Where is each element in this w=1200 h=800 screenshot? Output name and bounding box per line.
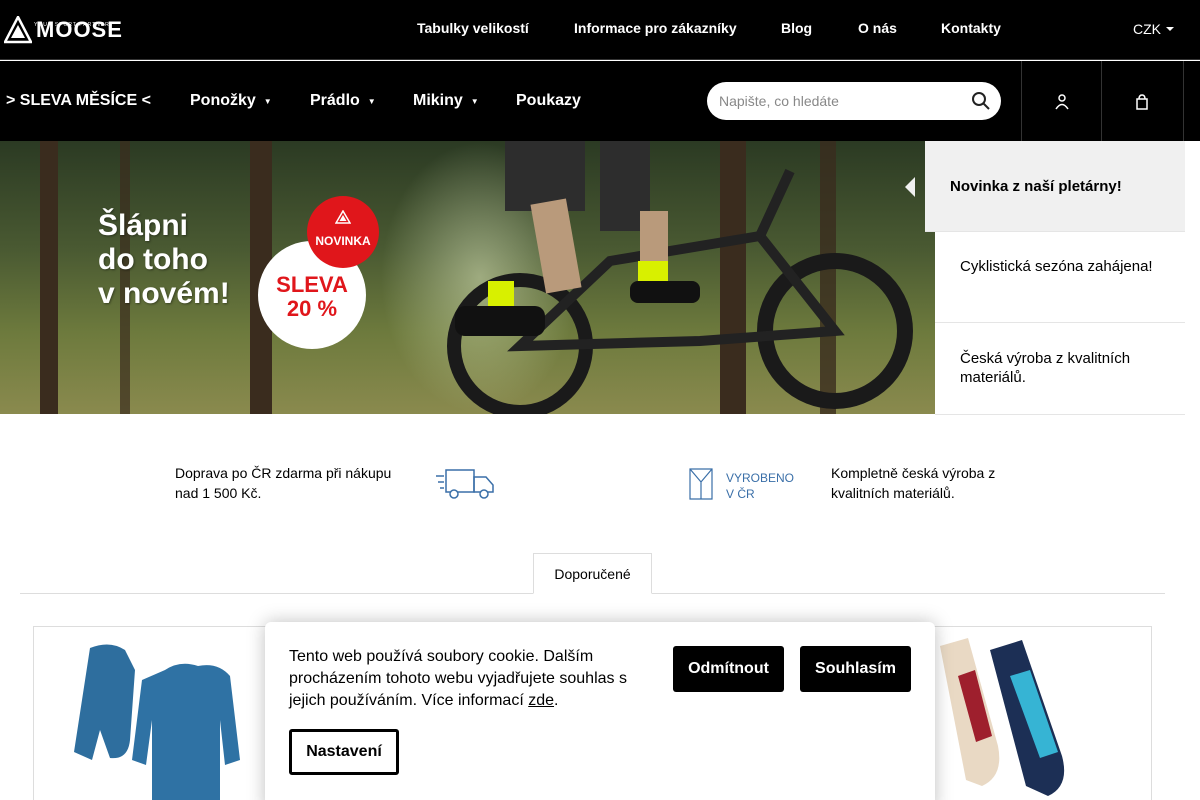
cookie-text: Tento web používá soubory cookie. Dalším…: [289, 648, 627, 709]
cookie-message: Tento web používá soubory cookie. Dalším…: [289, 646, 639, 712]
slide-tab-cycling[interactable]: Cyklistická sezóna zahájena!: [935, 232, 1185, 323]
hero-banner[interactable]: Šlápni do toho v novém! SLEVA 20 % NOVIN…: [0, 141, 935, 414]
nav-item-label: > SLEVA MĚSÍCE <: [6, 92, 151, 109]
active-slide-arrow: [905, 177, 915, 197]
nav-item-monthly-sale[interactable]: > SLEVA MĚSÍCE <: [6, 92, 151, 110]
nav-item-hoodies[interactable]: Mikiny ▼: [413, 92, 479, 110]
nav-item-label: Ponožky: [190, 92, 256, 109]
currency-label: CZK: [1133, 21, 1161, 37]
shipping-benefit: Doprava po ČR zdarma při nákupu nad 1 50…: [175, 465, 392, 501]
decline-button[interactable]: Odmítnout: [673, 646, 784, 692]
cookie-settings-button[interactable]: Nastavení: [289, 729, 399, 775]
nav-item-label: Prádlo: [310, 92, 360, 109]
product-image-thermal-shirt[interactable]: [70, 640, 260, 800]
slide-tab-label: Novinka z naší pletárny!: [950, 178, 1122, 195]
nav-divider: [1183, 61, 1184, 141]
slide-selector: Novinka z naší pletárny! Cyklistická sez…: [905, 141, 1185, 415]
new-badge: NOVINKA: [307, 196, 379, 268]
user-account-button[interactable]: [1021, 61, 1101, 141]
accept-button[interactable]: Souhlasím: [800, 646, 911, 692]
czech-made-benefit: Kompletně česká výroba z kvalitních mate…: [831, 465, 996, 501]
hero-headline-line: do toho: [98, 243, 208, 276]
top-link-customer-info[interactable]: Informace pro zákazníky: [574, 20, 737, 36]
logo-icon: [4, 16, 32, 44]
user-icon: [1055, 94, 1069, 110]
currency-select[interactable]: CZK: [1133, 21, 1174, 37]
hero-headline: Šlápni do toho v novém!: [98, 209, 230, 311]
nav-item-label: Poukazy: [516, 92, 581, 109]
slide-tab-label: Cyklistická sezóna zahájena!: [960, 258, 1153, 275]
search-input[interactable]: [719, 91, 949, 111]
cookie-text-end: .: [554, 692, 559, 709]
hero-headline-line: v novém!: [98, 277, 230, 310]
nav-item-vouchers[interactable]: Poukazy: [516, 92, 581, 110]
chevron-down-icon: ▼: [367, 96, 376, 106]
cookie-more-link[interactable]: zde: [528, 692, 554, 709]
chevron-down-icon: [1166, 27, 1174, 31]
nav-item-label: Mikiny: [413, 92, 463, 109]
top-bar: MOOSE YOUR SPORT PARTNER Tabulky velikos…: [0, 0, 1200, 60]
cart-button[interactable]: [1101, 61, 1181, 141]
tab-recommended[interactable]: Doporučené: [533, 553, 652, 594]
top-link-blog[interactable]: Blog: [781, 20, 812, 36]
sale-badge-value: 20 %: [286, 296, 338, 321]
top-link-about[interactable]: O nás: [858, 20, 897, 36]
new-badge-label: NOVINKA: [315, 234, 371, 248]
slide-tab-label: Česká výroba z kvalitních materiálů.: [960, 350, 1131, 386]
sale-badge-label: SLEVA: [276, 272, 348, 297]
main-nav: > SLEVA MĚSÍCE < Ponožky ▼ Prádlo ▼ Miki…: [0, 61, 1200, 141]
cart-icon: [1136, 94, 1148, 110]
top-link-contacts[interactable]: Kontakty: [941, 20, 1001, 36]
nav-item-underwear[interactable]: Prádlo ▼: [310, 92, 376, 110]
logo[interactable]: MOOSE: [4, 14, 123, 46]
slide-tab-new[interactable]: Novinka z naší pletárny!: [905, 141, 1185, 232]
search-box: [707, 82, 1001, 120]
made-in-cz-icon: [689, 468, 713, 500]
chevron-down-icon: ▼: [263, 96, 272, 106]
hero-headline-line: Šlápni: [98, 209, 189, 242]
logo-tagline: YOUR SPORT PARTNER: [34, 22, 110, 28]
truck-icon: [436, 469, 494, 499]
cookie-banner: Tento web používá soubory cookie. Dalším…: [265, 622, 935, 800]
search-button[interactable]: [971, 91, 991, 111]
top-link-size-tables[interactable]: Tabulky velikostí: [417, 20, 529, 36]
search-icon: [972, 92, 990, 110]
nav-item-socks[interactable]: Ponožky ▼: [190, 92, 272, 110]
chevron-down-icon: ▼: [470, 96, 479, 106]
logo-icon: [335, 210, 351, 224]
made-in-cz-line: VYROBENO: [726, 471, 795, 485]
made-in-cz-line: V ČR: [726, 487, 755, 501]
slide-tab-czech-made[interactable]: Česká výroba z kvalitních materiálů.: [935, 323, 1185, 415]
made-in-cz-badge: VYROBENO V ČR: [689, 468, 799, 502]
product-image-ski-socks[interactable]: [930, 636, 1105, 800]
